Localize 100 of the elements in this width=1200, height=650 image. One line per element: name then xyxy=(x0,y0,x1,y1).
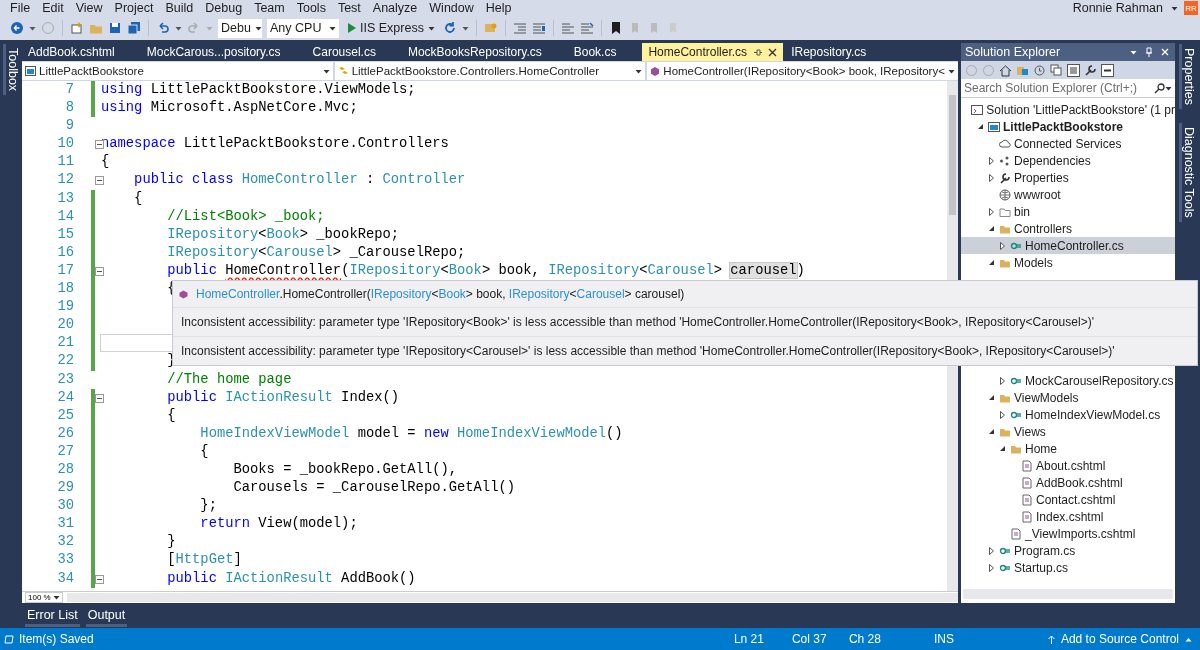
save-icon[interactable] xyxy=(108,21,122,35)
collapsed-icon[interactable] xyxy=(1000,410,1005,419)
collapsed-icon[interactable] xyxy=(989,546,994,555)
history-icon[interactable] xyxy=(1033,63,1046,77)
tree-item[interactable]: About.cshtml xyxy=(961,457,1175,474)
tree-item[interactable]: Startup.cs xyxy=(961,559,1175,576)
menu-item[interactable]: Help xyxy=(479,0,518,16)
tree-item[interactable]: ViewModels xyxy=(961,389,1175,406)
collapse-icon[interactable] xyxy=(95,140,104,150)
tree-item[interactable]: Index.cshtml xyxy=(961,508,1175,525)
expanded-icon[interactable] xyxy=(988,428,995,435)
tree-item[interactable]: _ViewImports.cshtml xyxy=(961,525,1175,542)
menu-item[interactable]: Tools xyxy=(290,0,332,16)
collapsed-icon[interactable] xyxy=(989,173,994,182)
home-icon[interactable] xyxy=(999,63,1012,77)
horizontal-scrollbar[interactable] xyxy=(67,593,958,602)
document-tab[interactable]: MockCarous...pository.cs xyxy=(140,43,287,61)
zoom-dropdown[interactable]: 100 % xyxy=(25,592,63,603)
menu-item[interactable]: Test xyxy=(331,0,367,16)
page-icon xyxy=(1021,510,1033,523)
tree-item[interactable]: Program.cs xyxy=(961,542,1175,559)
back-icon[interactable] xyxy=(10,21,24,35)
preview-icon[interactable] xyxy=(1101,63,1114,77)
menu-item[interactable]: Window xyxy=(423,0,480,16)
run-button[interactable]: IIS Express xyxy=(344,21,438,35)
source-control-button[interactable]: Add to Source Control xyxy=(1047,632,1192,646)
class-dropdown[interactable]: LittlePacktBookstore.Controllers.HomeController xyxy=(334,62,646,80)
show-all-files-icon[interactable] xyxy=(1067,63,1080,77)
pin-icon[interactable] xyxy=(753,47,763,57)
pin-icon[interactable] xyxy=(1145,47,1153,57)
tree-item[interactable]: AddBook.cshtml xyxy=(961,474,1175,491)
document-tab[interactable]: Book.cs xyxy=(567,43,623,61)
member-dropdown[interactable]: HomeController(IRepository<Book> book, IRepository< xyxy=(647,62,958,80)
document-tab[interactable]: AddBook.cshtml xyxy=(22,43,121,61)
collapse-all-icon[interactable] xyxy=(1050,63,1063,77)
code-line: public HomeController(IRepository<Book> book, IRepository<Carousel> carousel) xyxy=(166,261,805,280)
tree-item[interactable]: wwwroot xyxy=(961,186,1175,203)
dropdown-icon[interactable] xyxy=(1130,49,1137,55)
side-tab[interactable]: Properties xyxy=(1179,44,1196,109)
tree-item[interactable]: MockCarouselRepository.cs xyxy=(961,372,1175,389)
menu-item[interactable]: Project xyxy=(108,0,160,16)
configuration-dropdown[interactable]: Debu xyxy=(218,18,262,38)
search-field[interactable]: Search Solution Explorer (Ctrl+;) xyxy=(961,79,1175,98)
document-tab[interactable]: IRepository.cs xyxy=(785,43,873,61)
menu-item[interactable]: Debug xyxy=(199,0,249,16)
tree-item[interactable]: Controllers xyxy=(961,220,1175,237)
tree-item[interactable]: Properties xyxy=(961,169,1175,186)
tree-item[interactable]: HomeController.cs xyxy=(961,237,1175,254)
outdent-icon[interactable] xyxy=(531,21,546,35)
properties-icon[interactable] xyxy=(1084,63,1097,77)
project-dropdown[interactable]: LittlePacktBookstore xyxy=(22,62,333,80)
tree-item[interactable]: Home xyxy=(961,440,1175,457)
tree-item[interactable]: Connected Services xyxy=(961,135,1175,152)
tree-item[interactable]: Contact.cshtml xyxy=(961,491,1175,508)
collapse-icon[interactable] xyxy=(95,266,104,276)
undo-icon[interactable] xyxy=(156,21,170,35)
close-icon[interactable] xyxy=(768,47,778,57)
tree-item[interactable]: Views xyxy=(961,423,1175,440)
platform-dropdown[interactable]: Any CPU xyxy=(267,18,339,38)
collapse-icon[interactable] xyxy=(95,393,104,403)
tree-item[interactable]: Models xyxy=(961,254,1175,271)
tree-item[interactable]: Solution 'LittlePacktBookstore' (1 pr xyxy=(961,101,1175,118)
document-tab[interactable]: MockBooksRepository.cs xyxy=(401,43,548,61)
expanded-icon[interactable] xyxy=(999,445,1006,452)
collapsed-icon[interactable] xyxy=(989,563,994,572)
collapsed-icon[interactable] xyxy=(989,207,994,216)
caret-icon xyxy=(1165,85,1172,91)
collapsed-icon[interactable] xyxy=(1000,376,1005,385)
tree-item[interactable]: HomeIndexViewModel.cs xyxy=(961,406,1175,423)
menu-item[interactable]: Build xyxy=(159,0,200,16)
tree-item[interactable]: Dependencies xyxy=(961,152,1175,169)
refresh-icon[interactable] xyxy=(442,21,457,35)
collapsed-icon[interactable] xyxy=(989,156,994,165)
expanded-icon[interactable] xyxy=(988,394,995,401)
collapse-icon[interactable] xyxy=(95,176,104,186)
tree-item[interactable]: bin xyxy=(961,203,1175,220)
document-tab[interactable]: HomeController.cs xyxy=(642,43,784,61)
code-line: Carousels = _CarouselRepo.GetAll() xyxy=(232,479,515,498)
tree-item[interactable]: LittlePacktBookstore xyxy=(961,118,1175,135)
menu-item[interactable]: Analyze xyxy=(366,0,424,16)
code-line: //List<Book> _book; xyxy=(166,207,325,226)
line-number: 28 xyxy=(56,460,75,479)
expanded-icon[interactable] xyxy=(988,259,995,266)
document-tab[interactable]: Carousel.cs xyxy=(306,43,382,61)
side-tab[interactable]: Toolbox xyxy=(2,44,20,96)
menu-item[interactable]: Team xyxy=(248,0,291,16)
side-tab[interactable]: Diagnostic Tools xyxy=(1179,123,1196,222)
new-project-icon[interactable] xyxy=(70,21,84,35)
scrollbar-thumb[interactable] xyxy=(949,95,956,215)
save-all-icon[interactable] xyxy=(127,21,141,35)
menu-item[interactable]: View xyxy=(69,0,109,16)
menu-item[interactable]: File xyxy=(4,0,37,16)
menu-item[interactable]: Edit xyxy=(36,0,70,16)
collapsed-icon[interactable] xyxy=(1000,241,1005,250)
expanded-icon[interactable] xyxy=(988,225,995,232)
caret-icon xyxy=(175,25,182,31)
search-icon[interactable] xyxy=(1154,82,1165,94)
expanded-icon[interactable] xyxy=(977,123,984,130)
user-name[interactable]: Ronnie Rahman xyxy=(1072,1,1163,15)
collapse-icon[interactable] xyxy=(95,574,104,584)
